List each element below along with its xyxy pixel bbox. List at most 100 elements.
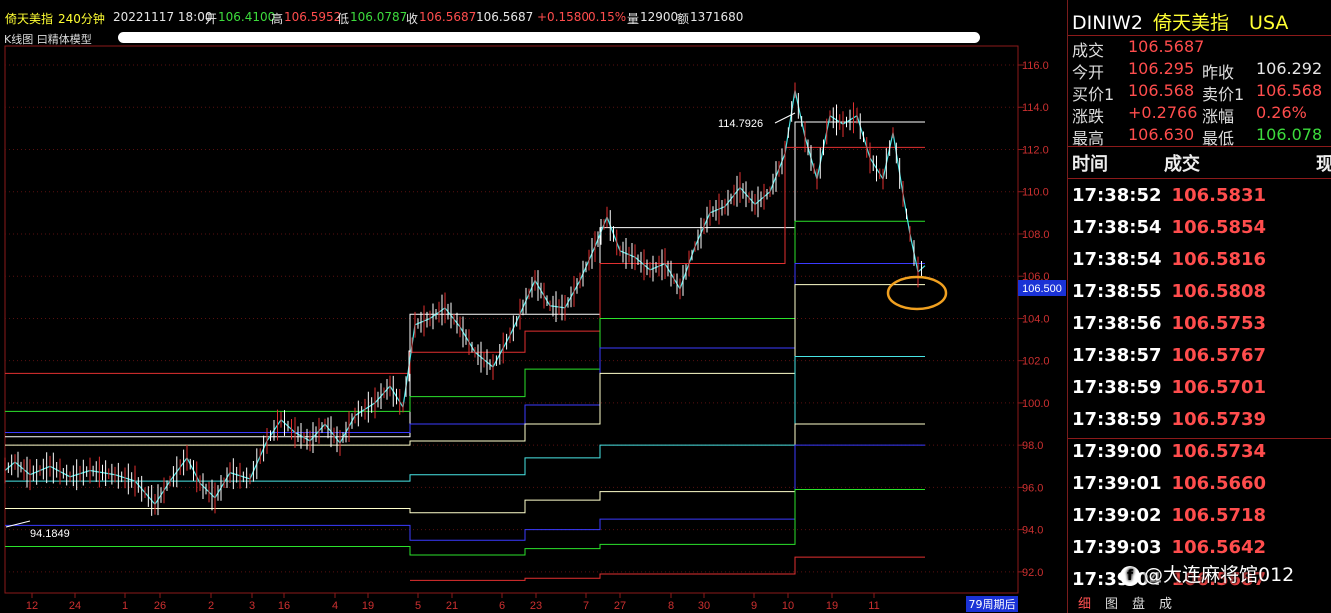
y-tick-label: 110.0 <box>1022 187 1049 199</box>
band-line <box>5 146 925 374</box>
quote-value-2: 106.568 <box>1256 81 1323 100</box>
x-tick-label: 10 <box>782 600 794 612</box>
y-tick-label: 116.0 <box>1022 60 1049 72</box>
tick-price: 106.5816 <box>1171 249 1267 270</box>
tick-time: 17:38:57 <box>1072 345 1162 366</box>
x-tick-label: 5 <box>415 600 421 612</box>
band-line <box>5 444 925 541</box>
tick-time: 17:39:01 <box>1072 473 1162 494</box>
watermark-text: @大连麻将馆012 <box>1144 564 1295 586</box>
y-tick-label: 108.0 <box>1022 229 1050 241</box>
band-line <box>5 355 925 482</box>
price-chart[interactable]: 116.0114.0112.0110.0108.0106.0104.0102.0… <box>0 0 1067 613</box>
tick-row: 17:38:52 106.5831 <box>1072 185 1266 206</box>
band-line <box>5 423 925 514</box>
divider <box>1068 438 1331 439</box>
tick-price: 106.5642 <box>1171 537 1267 558</box>
x-tick-label: 4 <box>332 600 338 612</box>
highlight-circle <box>886 275 948 311</box>
tick-row: 17:38:54 106.5854 <box>1072 217 1266 238</box>
y-tick-label: 96.0 <box>1022 482 1043 494</box>
tick-time: 17:38:54 <box>1072 217 1162 238</box>
grid <box>5 64 1018 573</box>
tick-price: 106.5753 <box>1171 313 1267 334</box>
tick-row: 17:38:54 106.5816 <box>1072 249 1266 270</box>
panel-title: DINIW2 倚天美指 USA <box>1072 8 1288 35</box>
weibo-icon: f <box>1120 566 1140 586</box>
quote-value-2: 106.078 <box>1256 125 1323 144</box>
tick-price: 106.5854 <box>1171 217 1267 238</box>
period-after-label[interactable]: 79周期后 <box>969 598 1016 611</box>
x-tick-label: 26 <box>154 600 166 612</box>
market-label: USA <box>1249 12 1289 34</box>
quote-key-2: 昨收 <box>1202 63 1235 82</box>
x-axis-ticks: 12 24 1 26 2 3 16 4 19 5 21 6 23 7 27 8 30 9 10 19 11 <box>26 593 880 612</box>
x-tick-label: 7 <box>583 600 589 612</box>
quote-value: 106.295 <box>1128 59 1195 78</box>
divider <box>1068 178 1331 179</box>
tick-row: 17:39:00 106.5734 <box>1072 441 1266 462</box>
quote-key-2: 涨幅 <box>1202 107 1235 126</box>
tick-row: 17:39:02 106.5718 <box>1072 505 1266 526</box>
tick-row: 17:39:01 106.5660 <box>1072 473 1266 494</box>
band-line <box>5 220 925 412</box>
y-tick-label: 112.0 <box>1022 144 1049 156</box>
x-tick-label: 30 <box>698 600 710 612</box>
quote-value: 106.568 <box>1128 81 1195 100</box>
tick-header-time: 时间 <box>1072 154 1108 175</box>
support-resistance-bands <box>5 121 925 581</box>
y-tick-label: 94.0 <box>1022 525 1043 537</box>
divider <box>1068 146 1331 147</box>
watermark: f @大连麻将馆012 <box>1120 560 1294 587</box>
tick-time: 17:38:56 <box>1072 313 1162 334</box>
quote-value-2: 106.292 <box>1256 59 1323 78</box>
x-tick-label: 23 <box>530 600 542 612</box>
x-tick-label: 24 <box>69 600 81 612</box>
band-line <box>5 489 925 556</box>
band-line <box>5 121 925 438</box>
tick-price: 106.5734 <box>1171 441 1267 462</box>
tick-time: 17:38:59 <box>1072 409 1162 430</box>
panel-symbol-name: 倚天美指 <box>1152 12 1229 34</box>
quote-value: 106.5687 <box>1128 37 1205 56</box>
x-tick-label: 19 <box>826 600 838 612</box>
divider <box>1068 35 1331 36</box>
quote-key: 今开 <box>1072 63 1105 82</box>
tick-time: 17:38:52 <box>1072 185 1162 206</box>
tick-header-price: 成交 <box>1164 154 1200 175</box>
panel-tab[interactable]: 图 <box>1105 597 1118 612</box>
tick-price: 106.5831 <box>1171 185 1267 206</box>
tick-price: 106.5701 <box>1171 377 1267 398</box>
tick-row: 17:38:55 106.5808 <box>1072 281 1266 302</box>
quote-value: +0.2766 <box>1128 103 1198 122</box>
panel-tab[interactable]: 成 <box>1159 597 1172 612</box>
chart-frame <box>4 45 1019 594</box>
quote-key: 涨跌 <box>1072 107 1105 126</box>
tick-row: 17:39:03 106.5642 <box>1072 537 1266 558</box>
band-line <box>410 556 925 581</box>
x-tick-label: 8 <box>668 600 674 612</box>
y-axis-ticks: 116.0114.0112.0110.0108.0106.0104.0102.0… <box>1018 60 1050 579</box>
x-tick-label: 9 <box>751 600 757 612</box>
x-tick-label: 16 <box>278 600 290 612</box>
tick-time: 17:38:54 <box>1072 249 1162 270</box>
panel-tab[interactable]: 盘 <box>1132 597 1145 612</box>
panel-tabs: 细图盘成 <box>1078 593 1186 612</box>
quote-value-2: 0.26% <box>1256 103 1307 122</box>
quote-key: 买价1 <box>1072 85 1115 104</box>
tick-time: 17:39:02 <box>1072 505 1162 526</box>
tick-price: 106.5739 <box>1171 409 1267 430</box>
y-tick-label: 100.0 <box>1022 398 1050 410</box>
current-price-value: 106.500 <box>1022 283 1062 295</box>
tick-price: 106.5767 <box>1171 345 1267 366</box>
tick-time: 17:38:59 <box>1072 377 1162 398</box>
tick-time: 17:39:00 <box>1072 441 1162 462</box>
y-tick-label: 92.0 <box>1022 567 1043 579</box>
x-tick-label: 1 <box>122 600 128 612</box>
panel-tab[interactable]: 细 <box>1078 597 1091 612</box>
tick-price: 106.5808 <box>1171 281 1267 302</box>
quote-panel: DINIW2 倚天美指 USA 成交 106.5687 今开 106.295 昨收 106… <box>1067 0 1331 613</box>
quote-value: 106.630 <box>1128 125 1195 144</box>
band-line <box>5 263 925 433</box>
x-tick-label: 21 <box>446 600 458 612</box>
